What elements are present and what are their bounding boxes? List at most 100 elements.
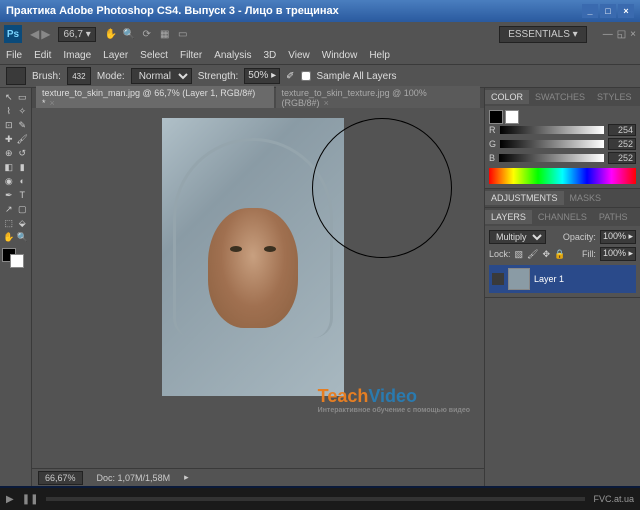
fill-field[interactable]: 100% ▸ bbox=[600, 247, 636, 261]
history-brush-icon[interactable]: ↺ bbox=[16, 146, 30, 160]
layer-thumbnail[interactable] bbox=[508, 268, 530, 290]
color-spectrum[interactable] bbox=[489, 168, 636, 184]
workspace-switcher[interactable]: ESSENTIALS ▾ bbox=[499, 26, 587, 43]
zoom-level-combo[interactable]: 66,7 ▾ bbox=[58, 27, 95, 42]
maximize-button[interactable]: □ bbox=[600, 4, 616, 18]
layer-blend-select[interactable]: Multiply bbox=[489, 230, 546, 244]
toolbox: ↖▭ ⌇✧ ⊡✎ ✚🖌 ⊕↺ ◧▮ ◉◐ ✒T ↗▢ ⬚⬙ ✋🔍 bbox=[0, 88, 32, 486]
tab-layers[interactable]: LAYERS bbox=[485, 210, 532, 224]
minimize-button[interactable]: _ bbox=[582, 4, 598, 18]
layer-name[interactable]: Layer 1 bbox=[534, 274, 564, 284]
strength-label: Strength: bbox=[198, 71, 239, 82]
marquee-tool-icon[interactable]: ▭ bbox=[16, 90, 30, 104]
document-tab-2[interactable]: texture_to_skin_texture.jpg @ 100% (RGB/… bbox=[276, 86, 480, 110]
panel-minimize-icon[interactable]: — bbox=[603, 29, 613, 40]
document-tab-1[interactable]: texture_to_skin_man.jpg @ 66,7% (Layer 1… bbox=[36, 86, 274, 110]
tab-adjustments[interactable]: ADJUSTMENTS bbox=[485, 191, 564, 205]
path-tool-icon[interactable]: ↗ bbox=[2, 202, 16, 216]
3d-tool-icon[interactable]: ⬚ bbox=[2, 216, 16, 230]
play-button[interactable]: ▶ bbox=[6, 494, 14, 505]
fg-swatch[interactable] bbox=[489, 110, 503, 124]
menu-view[interactable]: View bbox=[288, 50, 310, 61]
stamp-tool-icon[interactable]: ⊕ bbox=[2, 146, 16, 160]
type-tool-icon[interactable]: T bbox=[16, 188, 30, 202]
strength-field[interactable]: 50% ▸ bbox=[244, 68, 280, 84]
panel-close-icon[interactable]: × bbox=[630, 29, 636, 40]
doc-info-arrow-icon[interactable]: ▸ bbox=[184, 472, 189, 483]
lasso-tool-icon[interactable]: ⌇ bbox=[2, 104, 16, 118]
tab-paths[interactable]: PATHS bbox=[593, 210, 634, 224]
panel-restore-icon[interactable]: ◱ bbox=[617, 29, 626, 40]
pause-button[interactable]: ❚❚ bbox=[22, 494, 39, 505]
menu-analysis[interactable]: Analysis bbox=[214, 50, 251, 61]
blend-mode-select[interactable]: Normal bbox=[131, 68, 192, 84]
dodge-tool-icon[interactable]: ◐ bbox=[16, 174, 30, 188]
b-slider[interactable] bbox=[499, 154, 604, 162]
3d-cam-icon[interactable]: ⬙ bbox=[16, 216, 30, 230]
tab-styles[interactable]: STYLES bbox=[591, 90, 638, 104]
pen-tool-icon[interactable]: ✒ bbox=[2, 188, 16, 202]
app-icon: Ps bbox=[4, 25, 22, 43]
crop-tool-icon[interactable]: ⊡ bbox=[2, 118, 16, 132]
zoom-status[interactable]: 66,67% bbox=[38, 471, 83, 485]
gradient-tool-icon[interactable]: ▮ bbox=[16, 160, 30, 174]
wand-tool-icon[interactable]: ✧ bbox=[16, 104, 30, 118]
source-url: FVC.at.ua bbox=[593, 494, 634, 504]
menu-window[interactable]: Window bbox=[322, 50, 358, 61]
window-title: Практика Adobe Photoshop CS4. Выпуск 3 -… bbox=[6, 5, 339, 17]
visibility-icon[interactable] bbox=[492, 273, 504, 285]
screen-mode-icon[interactable]: ▭ bbox=[176, 27, 190, 41]
hand-tool2-icon[interactable]: ✋ bbox=[2, 230, 16, 244]
seek-track[interactable] bbox=[46, 497, 585, 501]
watermark: TeachVideo Интерактивное обучение с помо… bbox=[318, 386, 470, 414]
menu-filter[interactable]: Filter bbox=[180, 50, 202, 61]
b-value[interactable]: 252 bbox=[608, 152, 636, 164]
tab-channels[interactable]: CHANNELS bbox=[532, 210, 593, 224]
layer-row[interactable]: Layer 1 bbox=[489, 265, 636, 293]
doc-info: Doc: 1,07M/1,58M bbox=[97, 473, 171, 483]
menu-edit[interactable]: Edit bbox=[34, 50, 51, 61]
menu-file[interactable]: File bbox=[6, 50, 22, 61]
eyedropper-tool-icon[interactable]: ✎ bbox=[16, 118, 30, 132]
bg-swatch[interactable] bbox=[505, 110, 519, 124]
eraser-tool-icon[interactable]: ◧ bbox=[2, 160, 16, 174]
lock-pixels-icon[interactable]: 🖌 bbox=[527, 249, 538, 260]
lock-trans-icon[interactable]: ▧ bbox=[515, 249, 524, 260]
r-value[interactable]: 254 bbox=[608, 124, 636, 136]
menu-image[interactable]: Image bbox=[63, 50, 91, 61]
nav-back-icon[interactable]: ◀ bbox=[30, 27, 39, 41]
close-button[interactable]: × bbox=[618, 4, 634, 18]
r-slider[interactable] bbox=[500, 126, 605, 134]
g-value[interactable]: 252 bbox=[608, 138, 636, 150]
g-slider[interactable] bbox=[500, 140, 604, 148]
brush-tool-icon[interactable]: 🖌 bbox=[16, 132, 30, 146]
lock-pos-icon[interactable]: ✥ bbox=[542, 249, 550, 260]
tool-preset-picker[interactable] bbox=[6, 67, 26, 85]
blur-tool-icon[interactable]: ◉ bbox=[2, 174, 16, 188]
zoom-tool2-icon[interactable]: 🔍 bbox=[16, 230, 30, 244]
rotate-view-icon[interactable]: ⟳ bbox=[140, 27, 154, 41]
heal-tool-icon[interactable]: ✚ bbox=[2, 132, 16, 146]
canvas[interactable]: TeachVideo Интерактивное обучение с помо… bbox=[32, 108, 484, 468]
menu-help[interactable]: Help bbox=[369, 50, 390, 61]
move-tool-icon[interactable]: ↖ bbox=[2, 90, 16, 104]
zoom-tool-icon[interactable]: 🔍 bbox=[122, 27, 136, 41]
airbrush-icon[interactable]: ✐ bbox=[286, 71, 294, 82]
shape-tool-icon[interactable]: ▢ bbox=[16, 202, 30, 216]
lock-all-icon[interactable]: 🔒 bbox=[554, 249, 565, 260]
hand-tool-icon[interactable]: ✋ bbox=[104, 27, 118, 41]
menu-3d[interactable]: 3D bbox=[263, 50, 276, 61]
sample-all-checkbox[interactable] bbox=[301, 71, 311, 81]
brush-preset-picker[interactable]: 432 bbox=[67, 67, 91, 85]
nav-fwd-icon[interactable]: ▶ bbox=[41, 27, 50, 41]
menu-select[interactable]: Select bbox=[140, 50, 168, 61]
tab-masks[interactable]: MASKS bbox=[564, 191, 608, 205]
opacity-field[interactable]: 100% ▸ bbox=[600, 230, 636, 244]
close-tab-icon[interactable]: × bbox=[324, 98, 329, 108]
tab-swatches[interactable]: SWATCHES bbox=[529, 90, 591, 104]
tab-color[interactable]: COLOR bbox=[485, 90, 529, 104]
background-color-swatch[interactable] bbox=[10, 254, 24, 268]
menu-layer[interactable]: Layer bbox=[103, 50, 128, 61]
arrange-icon[interactable]: ▦ bbox=[158, 27, 172, 41]
close-tab-icon[interactable]: × bbox=[50, 98, 55, 108]
